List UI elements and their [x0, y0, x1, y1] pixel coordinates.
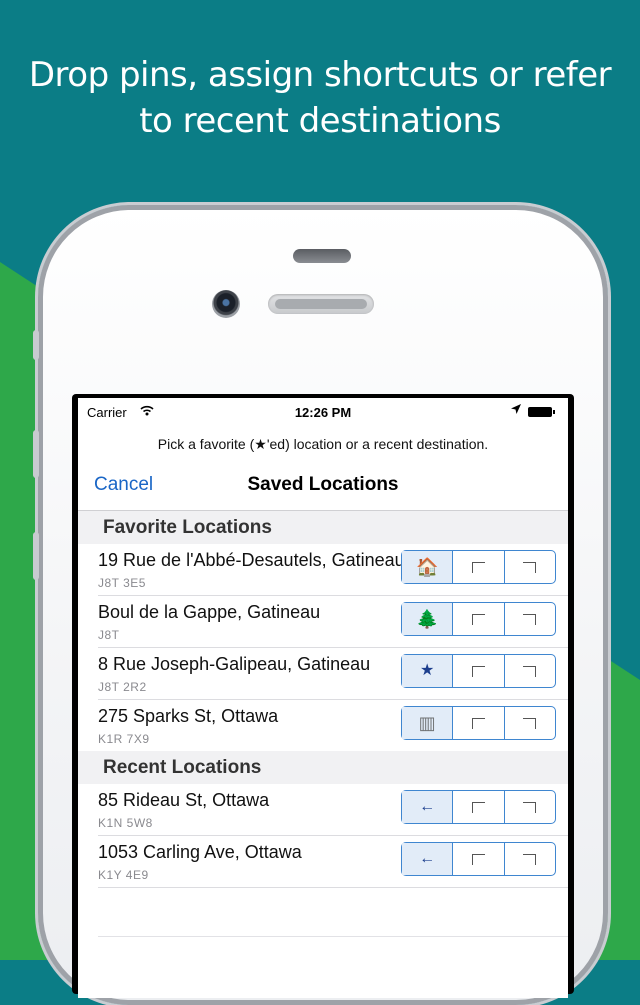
shortcut-segmented-control[interactable]: ← [401, 790, 556, 824]
section-title-favorites: Favorite Locations [103, 517, 272, 538]
location-title: 8 Rue Joseph-Galipeau, Gatineau [98, 654, 371, 674]
shortcut-segmented-control[interactable]: 🏠 [401, 550, 556, 584]
location-title: 275 Sparks St, Ottawa [98, 706, 279, 726]
earpiece [268, 294, 374, 314]
turn-down-icon[interactable] [503, 791, 555, 823]
shortcut-segmented-control[interactable]: 🌲 [401, 602, 556, 636]
section-header-recent: Recent Locations [78, 751, 568, 784]
location-postal-code: K1N 5W8 [98, 816, 153, 830]
turn-down-icon[interactable] [503, 551, 555, 583]
volume-down-button [33, 532, 39, 580]
location-postal-code: J8T [98, 628, 120, 642]
navigation-bar: Cancel Saved Locations [78, 468, 568, 508]
section-title-recent: Recent Locations [103, 757, 262, 778]
list-item[interactable]: 19 Rue de l'Abbé-Desautels, Gatineau J8T… [78, 544, 568, 596]
list-item[interactable]: 275 Sparks St, Ottawa K1R 7X9 ▥ [78, 700, 568, 752]
tree-icon[interactable]: 🌲 [402, 603, 453, 635]
phone-screen: Carrier 12:26 PM Pick a favorite (★'ed) … [78, 398, 568, 998]
location-title: Boul de la Gappe, Gatineau [98, 602, 321, 622]
battery-icon [528, 407, 555, 417]
location-arrow-icon [511, 403, 521, 417]
turn-right-icon[interactable] [452, 655, 503, 687]
shortcut-segmented-control[interactable]: ▥ [401, 706, 556, 740]
location-postal-code: J8T 3E5 [98, 576, 146, 590]
row-divider [98, 887, 568, 888]
turn-down-icon[interactable] [503, 843, 555, 875]
turn-down-icon[interactable] [503, 707, 555, 739]
list-item[interactable]: 8 Rue Joseph-Galipeau, Gatineau J8T 2R2 … [78, 648, 568, 700]
turn-right-icon[interactable] [452, 707, 503, 739]
turn-right-icon[interactable] [452, 843, 503, 875]
status-bar: Carrier 12:26 PM [78, 398, 568, 426]
turn-down-icon[interactable] [503, 603, 555, 635]
section-header-favorites: Favorite Locations [78, 511, 568, 544]
status-time: 12:26 PM [294, 405, 352, 420]
turn-right-icon[interactable] [452, 791, 503, 823]
headline-line-1: Drop pins, assign shortcuts or refer [28, 55, 612, 95]
turn-down-icon[interactable] [503, 655, 555, 687]
turn-right-icon[interactable] [452, 603, 503, 635]
front-camera [212, 290, 240, 318]
location-title: 85 Rideau St, Ottawa [98, 790, 270, 810]
headline: Drop pins, assign shortcuts or refer to … [0, 52, 640, 144]
page-title: Saved Locations [247, 474, 399, 495]
shortcut-segmented-control[interactable]: ★ [401, 654, 556, 688]
arrow-left-icon[interactable]: ← [402, 791, 453, 823]
shortcut-segmented-control[interactable]: ← [401, 842, 556, 876]
location-postal-code: K1Y 4E9 [98, 868, 149, 882]
home-icon[interactable]: 🏠 [402, 551, 453, 583]
top-speaker [293, 249, 351, 263]
location-title: 1053 Carling Ave, Ottawa [98, 842, 302, 862]
star-icon[interactable]: ★ [402, 655, 453, 687]
location-postal-code: J8T 2R2 [98, 680, 147, 694]
mute-switch [33, 330, 39, 360]
volume-up-button [33, 430, 39, 478]
list-item[interactable]: 85 Rideau St, Ottawa K1N 5W8 ← [78, 784, 568, 836]
location-title: 19 Rue de l'Abbé-Desautels, Gatineau [98, 550, 405, 570]
list-item[interactable]: Boul de la Gappe, Gatineau J8T 🌲 [78, 596, 568, 648]
building-icon[interactable]: ▥ [402, 707, 453, 739]
turn-right-icon[interactable] [452, 551, 503, 583]
list-item[interactable]: 1053 Carling Ave, Ottawa K1Y 4E9 ← [78, 836, 568, 888]
arrow-left-icon[interactable]: ← [402, 843, 453, 875]
instruction-text: Pick a favorite (★'ed) location or a rec… [157, 436, 489, 452]
headline-line-2: to recent destinations [139, 101, 501, 141]
location-postal-code: K1R 7X9 [98, 732, 150, 746]
empty-row-divider [98, 936, 568, 937]
